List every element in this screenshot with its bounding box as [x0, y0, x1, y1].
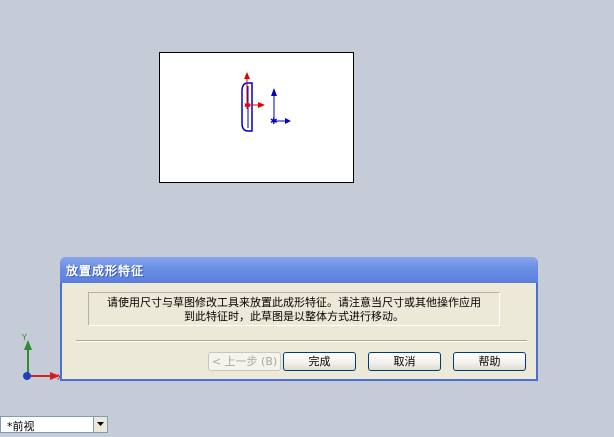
- view-orientation-value: *前视: [7, 420, 35, 433]
- back-button[interactable]: < 上一步 (B): [208, 352, 281, 371]
- triad-y-label: Y: [21, 333, 27, 342]
- place-form-feature-dialog: 放置成形特征 请使用尺寸与草图修改工具来放置此成形特征。请注意当尺寸或其他操作应…: [60, 257, 538, 381]
- dialog-message-line1: 请使用尺寸与草图修改工具来放置此成形特征。请注意当尺寸或其他操作应用: [107, 296, 481, 309]
- blue-axis-arrow-up: [271, 88, 277, 96]
- blue-axis-arrow-right: [285, 118, 291, 124]
- sketch-preview-window: ✱ ✱: [159, 52, 354, 183]
- sketch-drawing: ✱ ✱: [241, 72, 291, 132]
- dropdown-arrow-button[interactable]: [93, 417, 107, 432]
- red-axis-arrow-up: [244, 72, 250, 79]
- dialog-title: 放置成形特征: [66, 264, 145, 278]
- graphics-viewport[interactable]: ✱ ✱ Y X 放置成形特征 请使用尺寸与草图修改工具来放置此成形特征。请注意当…: [0, 0, 614, 437]
- triad-origin: [23, 372, 31, 380]
- view-orientation-select[interactable]: *前视: [0, 416, 108, 433]
- red-axis-arrow-right: [258, 102, 265, 108]
- red-origin-mark: ✱: [244, 101, 251, 110]
- chevron-down-icon: [97, 422, 104, 426]
- help-button[interactable]: 帮助: [453, 352, 526, 371]
- dialog-separator: [76, 340, 527, 342]
- blue-origin-mark: ✱: [270, 117, 278, 127]
- dialog-titlebar[interactable]: 放置成形特征: [60, 257, 538, 283]
- dialog-message-line2: 到此特征时，此草图是以整体方式进行移动。: [184, 310, 404, 323]
- finish-button[interactable]: 完成: [283, 352, 356, 371]
- cancel-button[interactable]: 取消: [368, 352, 441, 371]
- dialog-message: 请使用尺寸与草图修改工具来放置此成形特征。请注意当尺寸或其他操作应用 到此特征时…: [88, 292, 500, 326]
